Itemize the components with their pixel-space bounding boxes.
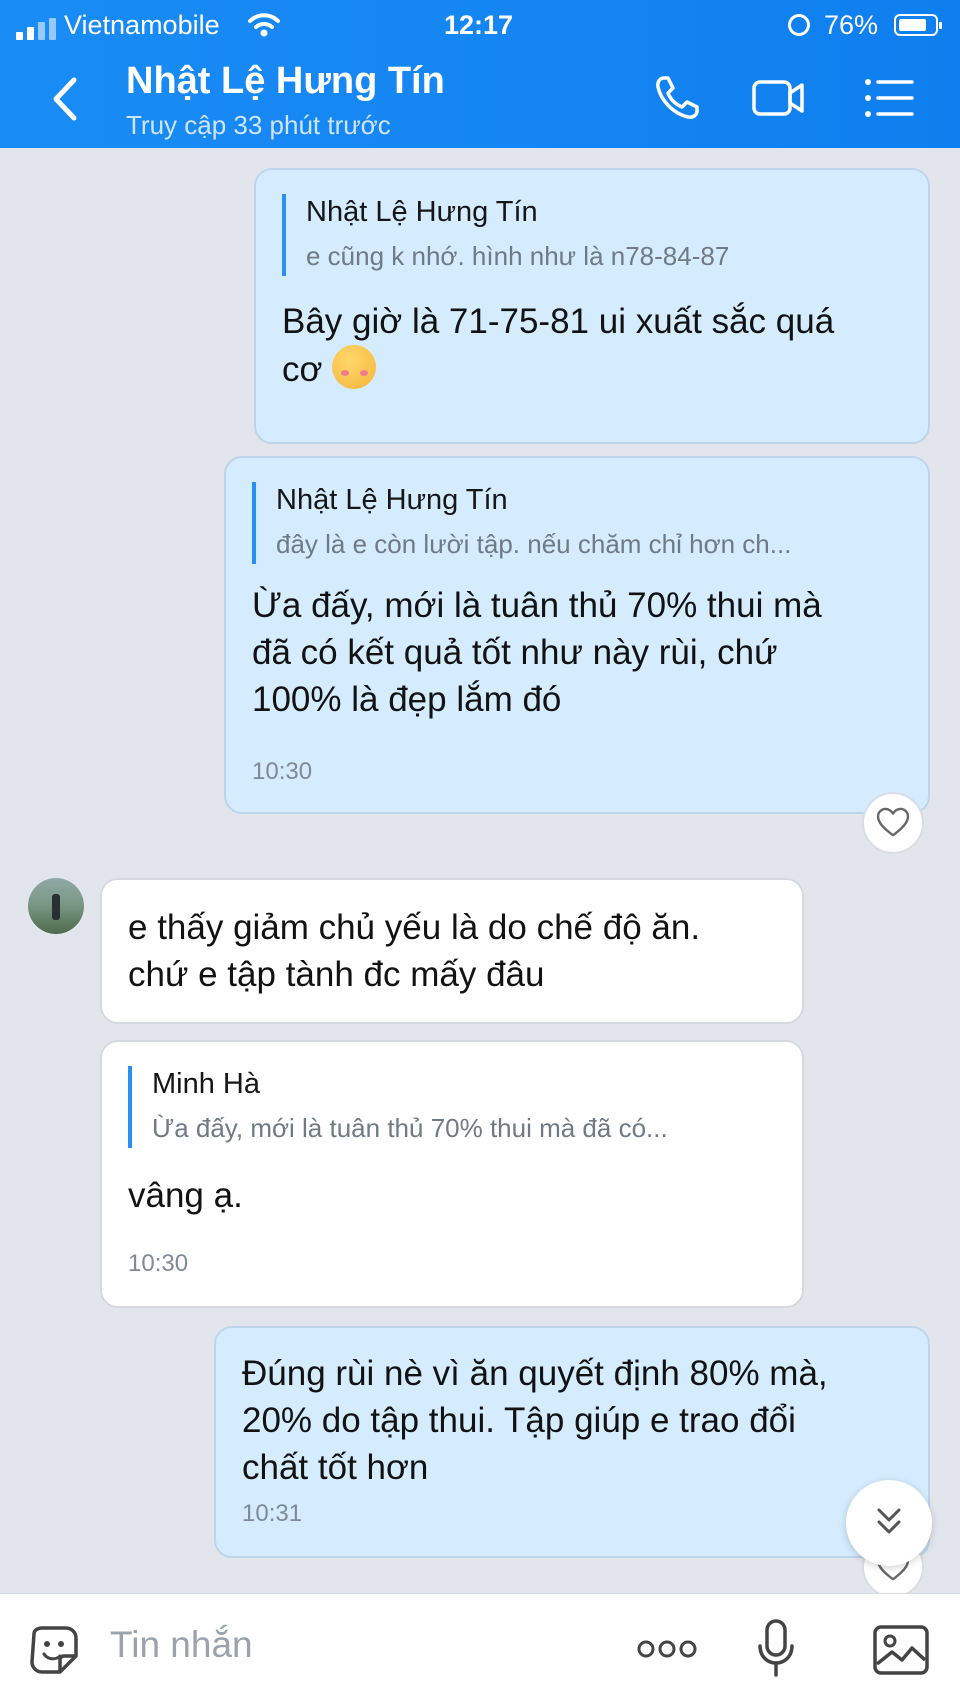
reply-quote[interactable]: Nhật Lệ Hưng Tín đây là e còn lười tập. … (252, 482, 791, 564)
message-bubble-incoming[interactable]: e thấy giảm chủ yếu là do chế độ ăn. chứ… (100, 878, 804, 1024)
message-list[interactable]: Nhật Lệ Hưng Tín e cũng k nhớ. hình như … (0, 148, 960, 1598)
wifi-icon (248, 13, 280, 37)
last-seen-status: Truy cập 33 phút trước (126, 110, 391, 140)
menu-icon[interactable] (862, 70, 918, 126)
clock: 12:17 (444, 10, 514, 40)
image-icon[interactable] (872, 1624, 930, 1676)
quote-sender: Minh Hà (152, 1068, 260, 1100)
message-text: vâng ạ. (128, 1176, 243, 1215)
message-time: 10:30 (252, 758, 313, 785)
quote-text: Ừa đấy, mới là tuân thủ 70% thui mà đã c… (152, 1113, 668, 1143)
message-time: 10:31 (242, 1500, 303, 1527)
message-input[interactable]: Tin nhắn (110, 1624, 253, 1666)
message-bubble-outgoing[interactable]: Đúng rùi nè vì ăn quyết định 80% mà, 20%… (214, 1326, 930, 1558)
sticker-icon[interactable] (26, 1622, 82, 1678)
battery-icon (894, 14, 942, 36)
more-icon[interactable] (636, 1634, 698, 1664)
carrier-name: Vietnamobile (64, 10, 220, 40)
quote-text: e cũng k nhớ. hình như là n78-84-87 (306, 241, 730, 271)
quote-sender: Nhật Lệ Hưng Tín (276, 484, 508, 516)
message-bubble-outgoing[interactable]: Nhật Lệ Hưng Tín đây là e còn lười tập. … (224, 456, 930, 814)
message-time: 10:30 (128, 1250, 189, 1277)
message-text: Đúng rùi nè vì ăn quyết định 80% mà, 20%… (242, 1354, 828, 1487)
status-bar: Vietnamobile 12:17 76% (0, 8, 960, 44)
chat-title[interactable]: Nhật Lệ Hưng Tín (126, 60, 445, 103)
quote-sender: Nhật Lệ Hưng Tín (306, 196, 538, 228)
message-bubble-incoming[interactable]: Minh Hà Ừa đấy, mới là tuân thủ 70% thui… (100, 1040, 804, 1308)
message-bubble-outgoing[interactable]: Nhật Lệ Hưng Tín e cũng k nhớ. hình như … (254, 168, 930, 444)
rotation-lock-icon (788, 14, 810, 36)
microphone-icon[interactable] (756, 1618, 796, 1680)
avatar[interactable] (28, 878, 84, 934)
reply-quote[interactable]: Nhật Lệ Hưng Tín e cũng k nhớ. hình như … (282, 194, 729, 276)
signal-icon (16, 18, 60, 40)
battery-percent: 76% (824, 10, 879, 40)
message-text: e thấy giảm chủ yếu là do chế độ ăn. chứ… (128, 908, 701, 994)
back-icon[interactable] (48, 74, 82, 124)
chat-header: Vietnamobile 12:17 76% Nhật Lệ Hưng Tín … (0, 0, 960, 148)
quote-text: đây là e còn lười tập. nếu chăm chỉ hơn … (276, 529, 792, 559)
message-text: Ừa đấy, mới là tuân thủ 70% thui mà đã c… (252, 586, 822, 719)
reply-quote[interactable]: Minh Hà Ừa đấy, mới là tuân thủ 70% thui… (128, 1066, 668, 1148)
smiling-face-with-hearts-icon (332, 345, 377, 389)
phone-icon[interactable] (650, 70, 706, 126)
video-call-icon[interactable] (750, 70, 806, 126)
scroll-to-bottom-button[interactable] (846, 1480, 932, 1566)
heart-reaction-icon[interactable] (862, 792, 924, 854)
message-input-bar: Tin nhắn (0, 1593, 960, 1708)
message-text: Bây giờ là 71-75-81 ui xuất sắc quá cơ (282, 302, 835, 389)
